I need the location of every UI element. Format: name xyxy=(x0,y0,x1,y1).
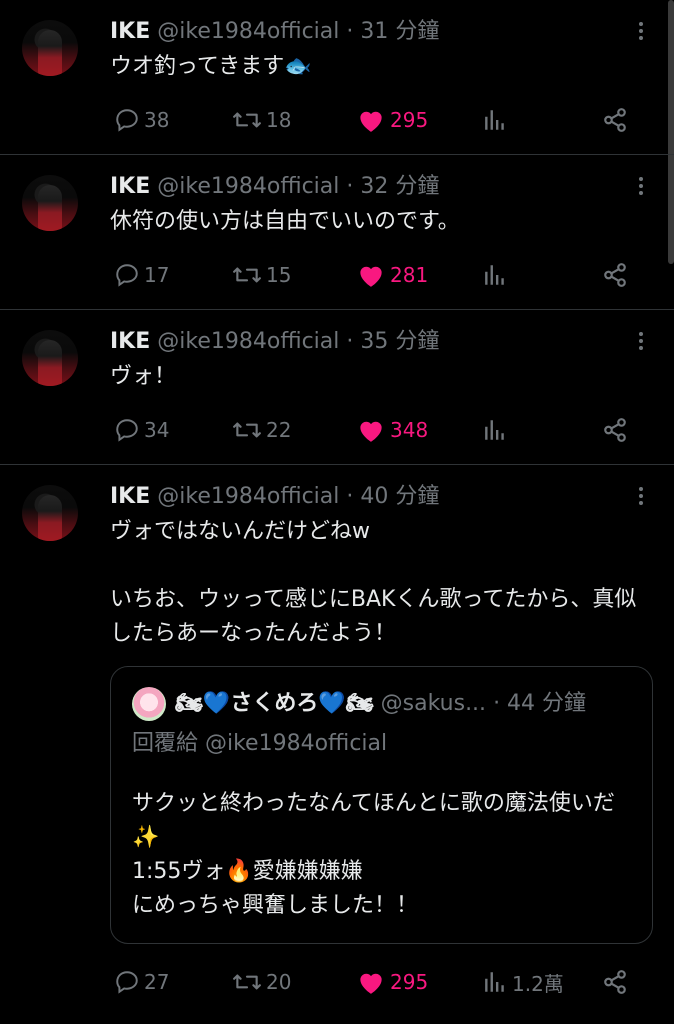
reply-icon xyxy=(116,109,138,132)
tweet[interactable]: IKE @ike1984official · 40 分鐘 ヴォではないんだけどね… xyxy=(0,465,674,1024)
display-name[interactable]: IKE xyxy=(110,19,150,44)
like-button[interactable]: 348 xyxy=(356,415,428,445)
heart-icon xyxy=(360,421,382,442)
views-button[interactable] xyxy=(482,415,512,445)
display-name[interactable]: IKE xyxy=(110,329,150,354)
share-icon xyxy=(604,970,626,994)
user-handle[interactable]: @ike1984official xyxy=(157,484,339,509)
share-button[interactable] xyxy=(602,105,628,135)
share-button[interactable] xyxy=(602,260,628,290)
reply-button[interactable]: 17 xyxy=(114,260,169,290)
timestamp[interactable]: · 31 分鐘 xyxy=(346,19,439,44)
quoted-header: 🏍💙さくめろ💙🏍 @sakus... · 44 分鐘 xyxy=(175,687,586,721)
action-bar: 17 15 281 xyxy=(110,260,640,290)
more-options-icon[interactable] xyxy=(638,487,644,509)
views-button[interactable] xyxy=(482,105,512,135)
retweet-icon xyxy=(233,422,261,438)
tweet[interactable]: IKE @ike1984official · 31 分鐘 ウオ釣ってきます🐟 3… xyxy=(0,0,674,155)
reply-button[interactable]: 27 xyxy=(114,967,169,997)
action-bar: 34 22 348 xyxy=(110,415,640,445)
reply-icon xyxy=(116,264,138,287)
user-handle[interactable]: @ike1984official xyxy=(157,174,339,199)
reply-count: 38 xyxy=(144,108,170,132)
share-icon xyxy=(604,263,626,287)
retweet-count: 20 xyxy=(266,970,292,994)
tweet-header: IKE @ike1984official · 40 分鐘 xyxy=(110,481,439,513)
avatar[interactable] xyxy=(22,485,78,541)
avatar[interactable] xyxy=(22,20,78,76)
user-handle[interactable]: @ike1984official xyxy=(157,329,339,354)
heart-icon xyxy=(360,111,382,132)
avatar[interactable] xyxy=(22,330,78,386)
quoted-handle: @sakus... xyxy=(380,691,487,716)
retweet-button[interactable]: 22 xyxy=(232,415,291,445)
retweet-icon xyxy=(233,112,261,128)
tweet[interactable]: IKE @ike1984official · 32 分鐘 休符の使い方は自由でい… xyxy=(0,155,674,310)
display-name[interactable]: IKE xyxy=(110,174,150,199)
tweet-text: ウオ釣ってきます🐟 xyxy=(110,54,312,79)
reply-count: 27 xyxy=(144,970,170,994)
reply-icon xyxy=(116,419,138,442)
analytics-icon xyxy=(485,110,504,130)
retweet-button[interactable]: 18 xyxy=(232,105,291,135)
more-options-icon[interactable] xyxy=(638,22,644,44)
quoted-avatar[interactable] xyxy=(132,687,166,721)
reply-button[interactable]: 38 xyxy=(114,105,169,135)
quoted-tweet[interactable]: 🏍💙さくめろ💙🏍 @sakus... · 44 分鐘 回覆給 @ike1984o… xyxy=(110,666,653,944)
retweet-count: 15 xyxy=(266,263,292,287)
timestamp[interactable]: · 35 分鐘 xyxy=(346,329,439,354)
analytics-icon xyxy=(485,265,504,285)
reply-icon xyxy=(116,971,138,994)
more-options-icon[interactable] xyxy=(638,177,644,199)
like-button[interactable]: 281 xyxy=(356,260,428,290)
retweet-count: 18 xyxy=(266,108,292,132)
reply-count: 17 xyxy=(144,263,170,287)
tweet-header: IKE @ike1984official · 32 分鐘 xyxy=(110,171,439,203)
tweet-text: ヴォではないんだけどねw いちお、ウッって感じにBAKくん歌ってたから、真似した… xyxy=(110,519,637,646)
retweet-icon xyxy=(233,267,261,283)
action-bar: 38 18 295 xyxy=(110,105,640,135)
like-count: 348 xyxy=(390,418,429,442)
heart-icon xyxy=(360,266,382,287)
user-handle[interactable]: @ike1984official xyxy=(157,19,339,44)
tweet-text: ヴォ！ xyxy=(110,364,177,389)
views-button[interactable]: 1.2萬 xyxy=(482,967,564,997)
action-bar: 27 20 295 1.2萬 xyxy=(110,967,640,997)
retweet-button[interactable]: 15 xyxy=(232,260,291,290)
quoted-display-name: 🏍💙さくめろ💙🏍 xyxy=(175,691,374,716)
retweet-button[interactable]: 20 xyxy=(232,967,291,997)
share-icon xyxy=(604,418,626,442)
avatar[interactable] xyxy=(22,175,78,231)
analytics-icon xyxy=(485,420,504,440)
like-button[interactable]: 295 xyxy=(356,967,428,997)
tweet[interactable]: IKE @ike1984official · 35 分鐘 ヴォ！ 34 22 3… xyxy=(0,310,674,465)
view-count: 1.2萬 xyxy=(512,971,564,996)
share-icon xyxy=(604,108,626,132)
more-options-icon[interactable] xyxy=(638,332,644,354)
heart-icon xyxy=(360,973,382,994)
quoted-text: サクッと終わったなんてほんとに歌の魔法使いだ✨ 1:55ヴォ🔥愛嫌嫌嫌嫌 にめっ… xyxy=(132,791,615,918)
reply-count: 34 xyxy=(144,418,170,442)
timestamp[interactable]: · 32 分鐘 xyxy=(346,174,439,199)
like-count: 295 xyxy=(390,108,429,132)
display-name[interactable]: IKE xyxy=(110,484,150,509)
timestamp[interactable]: · 40 分鐘 xyxy=(346,484,439,509)
share-button[interactable] xyxy=(602,967,628,997)
tweet-header: IKE @ike1984official · 31 分鐘 xyxy=(110,16,439,48)
like-button[interactable]: 295 xyxy=(356,105,428,135)
views-button[interactable] xyxy=(482,260,512,290)
reply-button[interactable]: 34 xyxy=(114,415,169,445)
retweet-count: 22 xyxy=(266,418,292,442)
like-count: 281 xyxy=(390,263,429,287)
share-button[interactable] xyxy=(602,415,628,445)
tweet-text: 休符の使い方は自由でいいのです。 xyxy=(110,209,460,234)
reply-to-label: 回覆給 @ike1984official xyxy=(132,731,388,756)
analytics-icon xyxy=(485,972,504,992)
retweet-icon xyxy=(233,974,261,990)
like-count: 295 xyxy=(390,970,429,994)
quoted-timestamp: · 44 分鐘 xyxy=(493,691,587,716)
tweet-header: IKE @ike1984official · 35 分鐘 xyxy=(110,326,439,358)
